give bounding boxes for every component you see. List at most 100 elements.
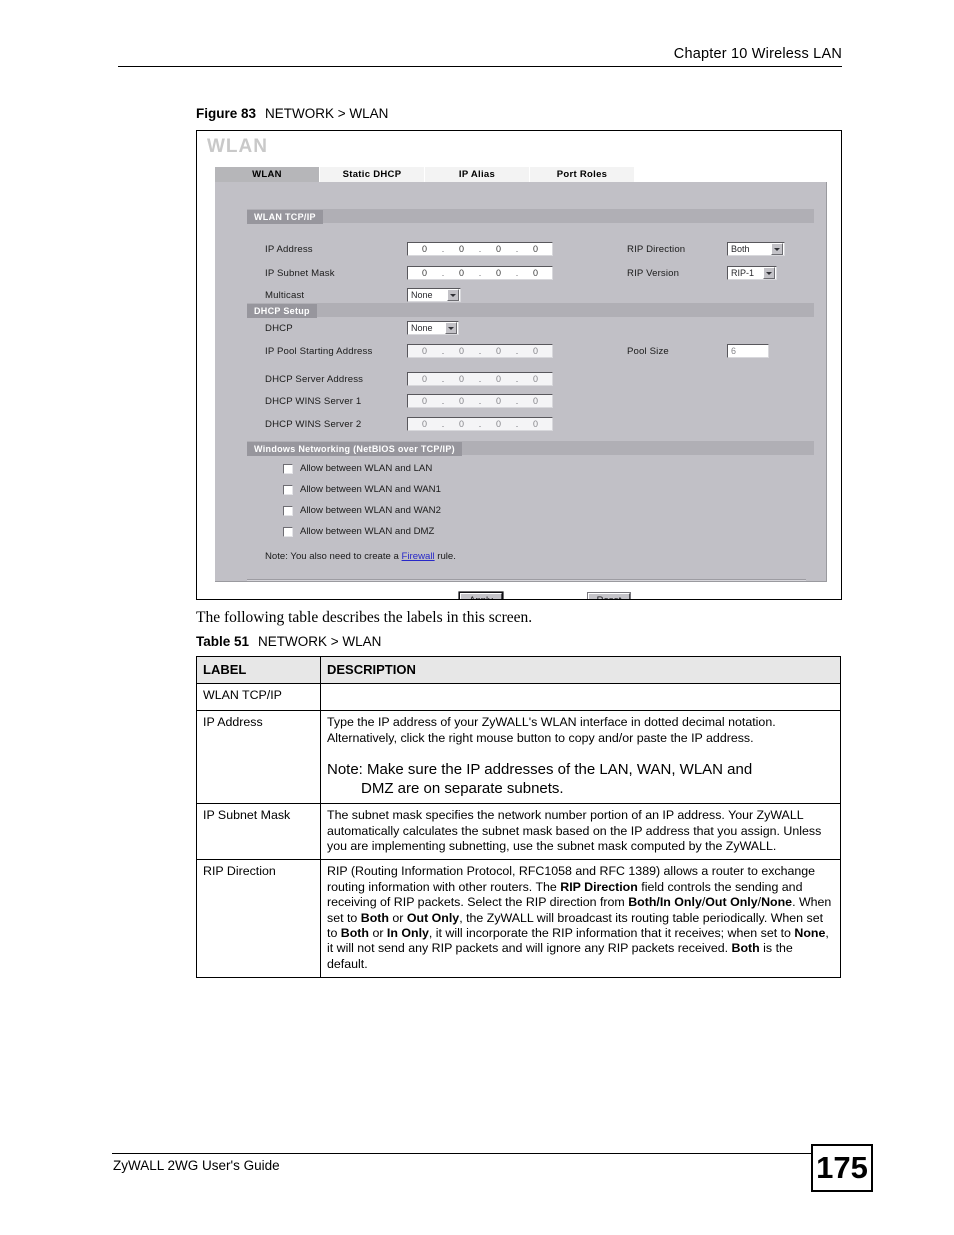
wins2-octet-3: 0 [495,419,501,429]
row-description-wlan-tcpip [320,683,841,712]
wins2-octet-1: 0 [421,419,427,429]
chevron-down-icon[interactable] [445,322,457,334]
footer-rule [112,1153,812,1154]
row-label-wlan-tcpip: WLAN TCP/IP [196,683,321,712]
table-caption: Table 51 NETWORK > WLAN [196,634,381,649]
column-header-label: LABEL [196,655,321,685]
label-ip-pool-starting-address: IP Pool Starting Address [265,346,373,357]
dhcp-server-octet-2: 0 [458,374,464,384]
tab-port-roles[interactable]: Port Roles [530,167,634,182]
dhcp-value: None [411,323,433,333]
intro-paragraph: The following table describes the labels… [196,609,533,626]
input-dhcp-server-address[interactable]: 0. 0. 0. 0 [407,372,553,386]
settings-panel: WLAN TCP/IP IP Address 0. 0. 0. 0 IP Sub… [215,182,827,599]
tab-wlan[interactable]: WLAN [215,167,319,182]
rip-version-value: RIP-1 [731,268,755,278]
wins1-octet-3: 0 [495,396,501,406]
figure-caption-title: NETWORK > WLAN [265,106,389,121]
ip-address-octet-3: 0 [495,244,501,254]
checkbox-row-wlan-lan[interactable]: Allow between WLAN and LAN [283,463,432,474]
apply-button[interactable]: Apply [460,593,502,599]
tab-ip-alias[interactable]: IP Alias [425,167,529,182]
pool-start-octet-1: 0 [421,346,427,356]
row-label-ip-subnet-mask: IP Subnet Mask [196,803,321,861]
checkbox-label-wlan-wan1: Allow between WLAN and WAN1 [300,484,441,495]
chevron-down-icon[interactable] [763,267,775,279]
firewall-note-suffix: rule. [434,551,456,562]
reset-button[interactable]: Reset [588,593,630,599]
tab-static-dhcp[interactable]: Static DHCP [320,167,424,182]
checkbox-label-wlan-lan: Allow between WLAN and LAN [300,463,433,474]
chevron-down-icon[interactable] [447,289,459,301]
checkbox-allow-wlan-wan2[interactable] [283,505,293,516]
chevron-down-icon[interactable] [771,243,783,255]
ip-address-note-line2-text: DMZ are on separate subnets. [361,780,564,798]
checkbox-row-wlan-dmz[interactable]: Allow between WLAN and DMZ [283,526,434,537]
row-label-ip-address: IP Address [196,710,321,805]
select-multicast[interactable]: None [407,288,461,302]
footer-guide-title: ZyWALL 2WG User's Guide [113,1158,280,1173]
pool-start-octet-3: 0 [495,346,501,356]
label-rip-direction: RIP Direction [627,244,686,255]
checkbox-allow-wlan-lan[interactable] [283,463,293,474]
dhcp-server-octet-3: 0 [495,374,501,384]
input-dhcp-wins-server-2[interactable]: 0. 0. 0. 0 [407,417,553,431]
header-rule [118,66,842,67]
chapter-title: Chapter 10 Wireless LAN [673,46,842,62]
table-caption-title: NETWORK > WLAN [258,634,382,649]
checkbox-allow-wlan-dmz[interactable] [283,526,293,537]
running-header: Chapter 10 Wireless LAN [118,46,842,67]
firewall-link[interactable]: Firewall [402,551,435,562]
section-header-dhcp-setup: DHCP Setup [247,303,814,318]
select-rip-direction[interactable]: Both [727,242,785,256]
section-header-windows-networking: Windows Networking (NetBIOS over TCP/IP) [247,441,814,456]
ip-address-octet-1: 0 [421,244,427,254]
wins1-octet-4: 0 [532,396,538,406]
firewall-note: Note: You also need to create a Firewall… [265,551,456,562]
dhcp-server-octet-4: 0 [532,374,538,384]
figure-caption: Figure 83 NETWORK > WLAN [196,106,388,121]
label-ip-address: IP Address [265,244,313,255]
description-table: LABEL DESCRIPTION WLAN TCP/IP IP Address… [196,655,841,979]
label-dhcp-server-address: DHCP Server Address [265,374,364,385]
page-number: 175 [811,1144,873,1192]
section-title-wlan-tcpip: WLAN TCP/IP [247,210,323,224]
label-dhcp: DHCP [265,323,293,334]
input-ip-pool-starting-address[interactable]: 0. 0. 0. 0 [407,344,553,358]
pool-start-octet-2: 0 [458,346,464,356]
ip-address-description: Type the IP address of your ZyWALL's WLA… [327,715,776,745]
figure-screenshot: WLAN WLAN Static DHCP IP Alias Port Role… [196,130,842,600]
subnet-octet-2: 0 [458,268,464,278]
row-label-rip-direction: RIP Direction [196,859,321,979]
dhcp-server-octet-1: 0 [421,374,427,384]
checkbox-allow-wlan-wan1[interactable] [283,484,293,495]
label-ip-subnet-mask: IP Subnet Mask [265,268,335,279]
figure-caption-label: Figure 83 [196,106,257,121]
ip-address-note: Note: Make sure the IP addresses of the … [327,760,834,798]
subnet-octet-1: 0 [421,268,427,278]
checkbox-row-wlan-wan1[interactable]: Allow between WLAN and WAN1 [283,484,441,495]
checkbox-label-wlan-wan2: Allow between WLAN and WAN2 [300,505,441,516]
wins1-octet-2: 0 [458,396,464,406]
input-ip-address[interactable]: 0. 0. 0. 0 [407,242,553,256]
checkbox-row-wlan-wan2[interactable]: Allow between WLAN and WAN2 [283,505,441,516]
label-multicast: Multicast [265,290,305,301]
divider [247,579,806,581]
wins1-octet-1: 0 [421,396,427,406]
row-description-ip-address: Type the IP address of your ZyWALL's WLA… [320,710,841,805]
input-ip-subnet-mask[interactable]: 0. 0. 0. 0 [407,266,553,280]
input-dhcp-wins-server-1[interactable]: 0. 0. 0. 0 [407,394,553,408]
table-row: WLAN TCP/IP [196,683,841,712]
table-caption-label: Table 51 [196,634,250,649]
subnet-octet-3: 0 [495,268,501,278]
firewall-note-prefix: Note: You also need to create a [265,551,402,562]
pool-start-octet-4: 0 [532,346,538,356]
input-pool-size[interactable]: 6 [727,344,769,358]
row-description-ip-subnet-mask: The subnet mask specifies the network nu… [320,803,841,861]
select-dhcp[interactable]: None [407,321,459,335]
select-rip-version[interactable]: RIP-1 [727,266,777,280]
column-header-description: DESCRIPTION [320,655,841,685]
ip-address-octet-4: 0 [532,244,538,254]
screen-title: WLAN [207,136,268,157]
section-title-windows-networking: Windows Networking (NetBIOS over TCP/IP) [247,442,462,456]
